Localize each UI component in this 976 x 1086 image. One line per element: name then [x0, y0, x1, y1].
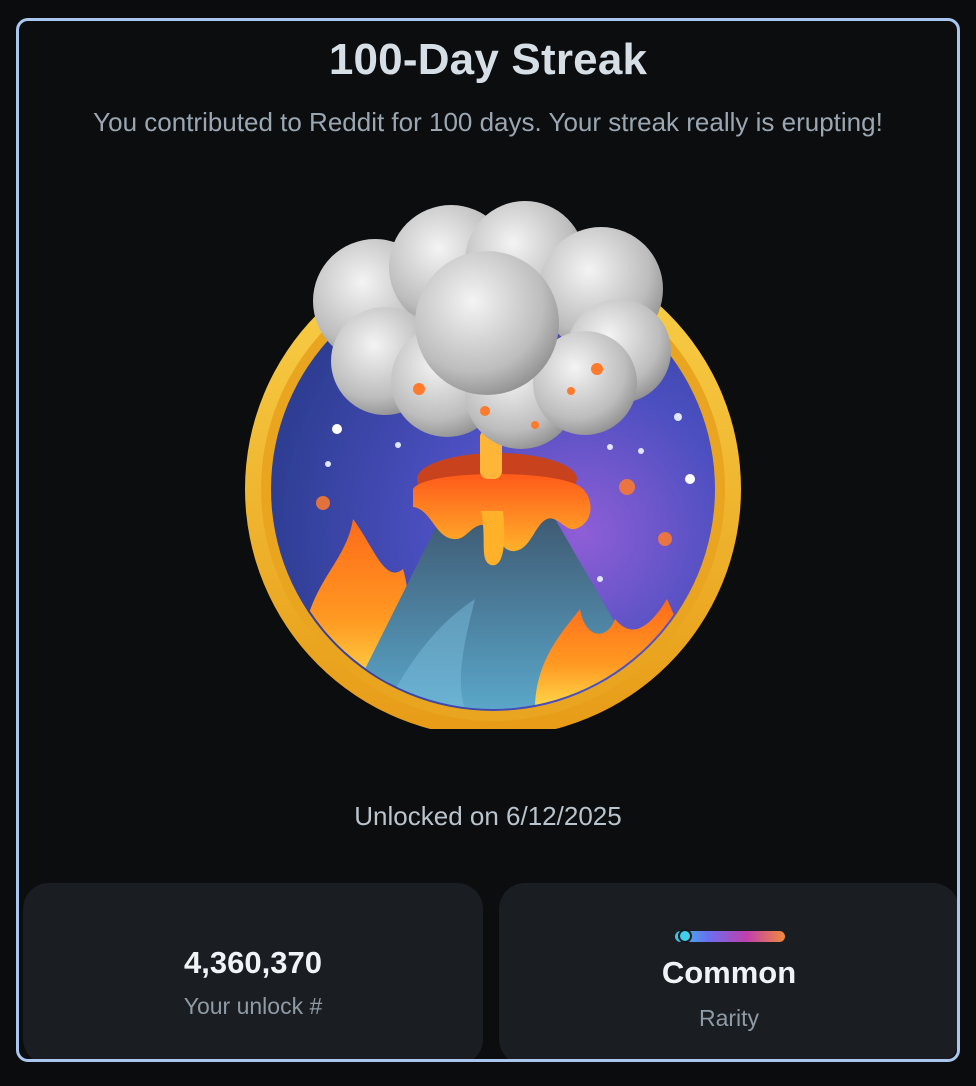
rarity-meter — [675, 929, 785, 943]
rarity-label: Rarity — [698, 1005, 760, 1031]
rarity-card: Common Rarity — [499, 883, 957, 1059]
rarity-value: Common — [661, 955, 797, 990]
rarity-indicator — [677, 929, 692, 943]
volcano-badge-icon — [245, 201, 741, 729]
unlock-number-value: 4,360,370 — [184, 945, 322, 980]
achievement-description: You contributed to Reddit for 100 days. … — [93, 107, 883, 137]
unlocked-date: Unlocked on 6/12/2025 — [354, 801, 622, 831]
achievement-title: 100-Day Streak — [328, 35, 648, 84]
unlock-number-card: 4,360,370 Your unlock # — [23, 883, 483, 1059]
unlock-number-label: Your unlock # — [183, 993, 323, 1019]
achievement-dialog: 100-Day Streak You contributed to Reddit… — [16, 18, 960, 1062]
